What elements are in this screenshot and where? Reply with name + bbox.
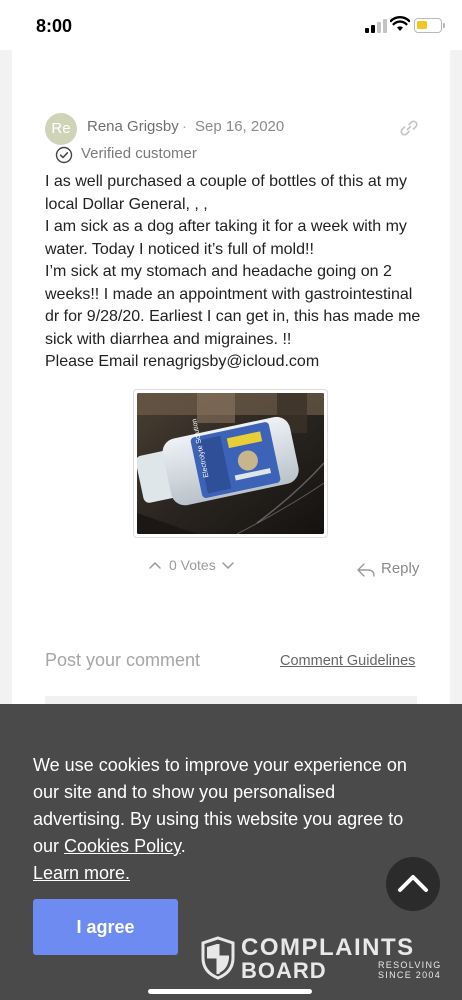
review-line: Please Email renagrigsby@icloud.com [45, 353, 320, 370]
meta-separator: · [182, 118, 187, 135]
cookie-text-prefix: our [33, 836, 65, 856]
cookie-message-line: our Cookies Policy. [33, 833, 433, 860]
scroll-to-top-button[interactable] [386, 857, 440, 911]
upvote-chevron-icon[interactable] [148, 559, 162, 571]
agree-button[interactable]: I agree [33, 899, 178, 955]
votes-count: 0 Votes [169, 557, 216, 573]
battery-icon [414, 18, 445, 33]
review-body: I as well purchased a couple of bottles … [45, 171, 425, 374]
verified-label: Verified customer [81, 145, 197, 162]
cookie-message: We use cookies to improve your experienc… [33, 752, 433, 887]
review-line: local Dollar General, , , [45, 195, 208, 213]
learn-more-link[interactable]: Learn more. [33, 863, 130, 883]
home-indicator[interactable] [148, 989, 312, 994]
cookies-policy-link[interactable]: Cookies Policy [64, 836, 181, 856]
logo-text-line2: BOARD [241, 958, 327, 983]
review-line: water. Today I noticed it’s full of mold… [45, 240, 314, 258]
cellular-signal-icon [365, 19, 387, 33]
review-line: weeks!! I made an appointment with gastr… [45, 285, 413, 303]
review-date: Sep 16, 2020 [195, 118, 285, 135]
logo-tagline-line2: SINCE 2004 [378, 970, 442, 980]
bottle-photo-image: Electrolyte Solution [137, 393, 324, 534]
avatar: Re [45, 113, 77, 145]
cookie-message-line: our site and to show you personalised [33, 782, 336, 802]
comment-guidelines-link[interactable]: Comment Guidelines [280, 653, 415, 669]
logo-tagline-line1: RESOLVING [378, 960, 442, 970]
shield-logo-icon [201, 936, 235, 980]
logo-tagline: RESOLVING SINCE 2004 [378, 960, 442, 980]
cookie-text-suffix: . [180, 836, 186, 856]
review-author[interactable]: Rena Grigsby [87, 118, 179, 135]
complaints-board-logo: COMPLAINTS BOARD RESOLVING SINCE 2004 [200, 934, 440, 984]
reply-button[interactable]: Reply [381, 560, 419, 577]
cookie-banner: We use cookies to improve your experienc… [0, 704, 462, 1000]
cookie-message-line: We use cookies to improve your experienc… [33, 755, 407, 775]
wifi-icon [390, 16, 410, 31]
review-line: sick with diarrhea and migraines. !! [45, 330, 292, 348]
verified-check-icon [55, 146, 73, 164]
review-line: I’m sick at my stomach and headache goin… [45, 263, 392, 280]
status-time: 8:00 [36, 16, 73, 36]
review-line: dr for 9/28/20. Earliest I can get in, t… [45, 308, 421, 325]
reply-icon[interactable] [356, 561, 376, 579]
cookie-message-line: advertising. By using this website you a… [33, 809, 404, 829]
review-line: I am sick as a dog after taking it for a… [45, 218, 407, 235]
battery-level-fill [417, 21, 427, 29]
review-line: I as well purchased a couple of bottles … [45, 173, 407, 190]
link-icon[interactable] [398, 117, 420, 139]
downvote-chevron-icon[interactable] [221, 559, 235, 571]
chevron-up-icon [398, 875, 428, 892]
review-photo[interactable]: Electrolyte Solution [133, 389, 328, 538]
post-comment-title: Post your comment [45, 650, 201, 670]
status-bar: 8:00 [0, 0, 462, 50]
